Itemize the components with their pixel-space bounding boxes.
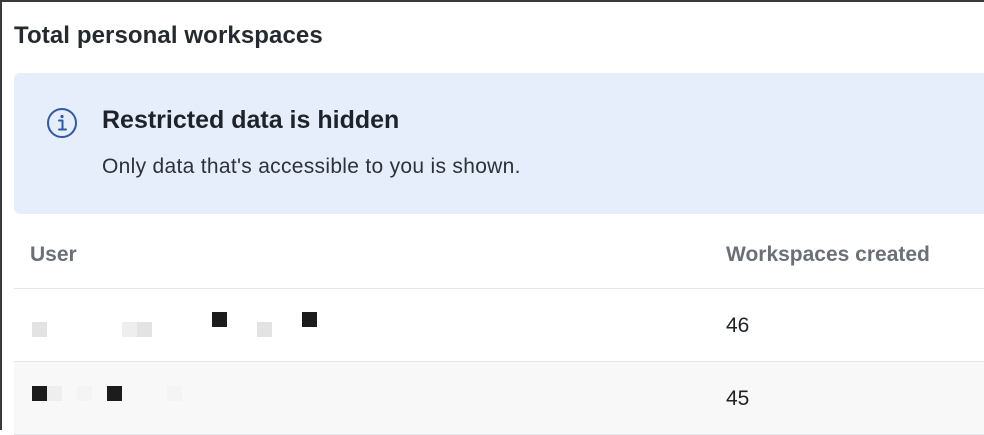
panel-title: Total personal workspaces <box>14 22 323 49</box>
info-icon <box>47 108 77 138</box>
column-header-user[interactable]: User <box>30 243 77 267</box>
table-header-row: User Workspaces created <box>14 222 984 289</box>
redacted-user-name <box>14 362 614 434</box>
workspaces-created-value: 46 <box>726 314 750 337</box>
workspaces-panel: Total personal workspaces Restricted dat… <box>0 0 984 435</box>
redacted-user-name <box>14 289 614 361</box>
restricted-data-banner: Restricted data is hidden Only data that… <box>14 73 984 214</box>
workspaces-table: User Workspaces created 46 45 <box>14 222 984 435</box>
table-row[interactable]: 46 <box>14 289 984 362</box>
banner-message: Only data that's accessible to you is sh… <box>102 155 521 178</box>
workspaces-created-value: 45 <box>726 387 750 410</box>
table-row[interactable]: 45 <box>14 362 984 435</box>
banner-title: Restricted data is hidden <box>102 106 400 134</box>
column-header-workspaces-created[interactable]: Workspaces created <box>726 243 930 267</box>
